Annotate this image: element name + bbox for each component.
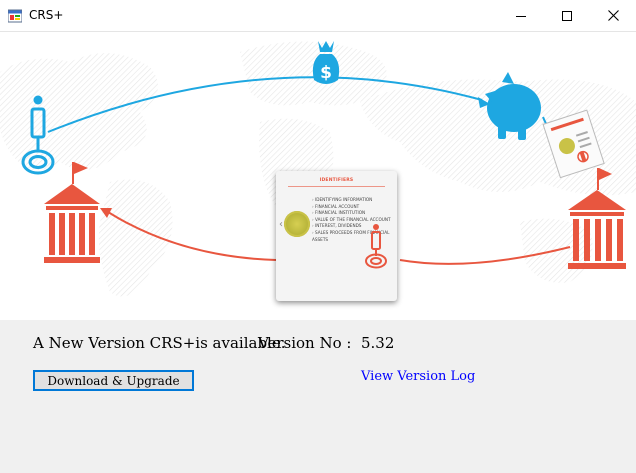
maximize-button[interactable]: [544, 0, 590, 31]
chevron-left-icon: ‹: [279, 219, 283, 230]
seal-icon: [284, 211, 310, 237]
card-divider: [288, 186, 385, 187]
banner-illustration: $ IDENTIFIERS ‹ › IDENTIFYING INFORMATIO…: [0, 32, 636, 320]
close-icon: [607, 10, 619, 21]
list-item: IDENTIFYING INFORMATION: [312, 197, 392, 204]
person-icon: [365, 224, 387, 269]
update-message: A New Version CRS+is available.: [33, 334, 286, 352]
view-version-log-link[interactable]: View Version Log: [361, 369, 475, 384]
minimize-icon: [516, 15, 526, 17]
version-value: 5.32: [361, 334, 395, 352]
title-bar: CRS+: [0, 0, 636, 32]
version-label: Version No :: [258, 334, 352, 352]
maximize-icon: [562, 10, 572, 21]
list-item: FINANCIAL ACCOUNT: [312, 204, 392, 211]
minimize-button[interactable]: [498, 0, 544, 31]
window-title: CRS+: [29, 8, 64, 22]
identifiers-card: IDENTIFIERS ‹ IDENTIFYING INFORMATION FI…: [276, 171, 397, 301]
svg-text:$: $: [320, 63, 332, 83]
download-upgrade-button[interactable]: Download & Upgrade: [33, 370, 194, 391]
app-window-icon: [8, 9, 22, 23]
list-item: FINANCIAL INSTITUTION: [312, 210, 392, 217]
close-button[interactable]: [590, 0, 636, 31]
card-title: IDENTIFIERS: [319, 178, 354, 183]
